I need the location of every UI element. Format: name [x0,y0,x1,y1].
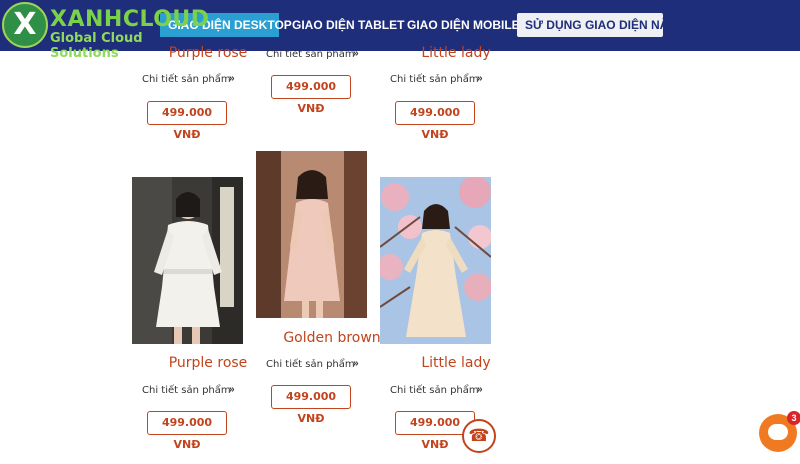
xanhcloud-logo[interactable]: X XANHCLOUD Global Cloud Solutions [2,2,212,61]
price-button[interactable]: 499.000 VNĐ [271,385,351,425]
phone-icon: ☎ [468,426,490,445]
product-detail-link[interactable]: Chi tiết sản phẩm [142,385,231,396]
price-button[interactable]: 499.000 VNĐ [147,411,227,451]
price-button[interactable]: 499.000 VNĐ [147,101,227,141]
tablet-view-button[interactable]: GIAO DIỆN TABLET [284,13,412,37]
price-button[interactable]: 499.000 VNĐ [271,75,351,115]
product-detail-link[interactable]: Chi tiết sản phẩm [266,359,355,370]
product-name[interactable]: Purple rose [128,45,288,61]
double-chevron-down-icon[interactable]: » [353,48,359,59]
product-detail-link[interactable]: Chi tiết sản phẩm [390,74,479,85]
product-name[interactable]: Purple rose [128,355,288,371]
chat-bubble-icon [768,424,788,440]
double-chevron-down-icon[interactable]: » [477,73,483,84]
product-photo[interactable] [132,177,243,344]
mobile-view-button[interactable]: GIAO DIỆN MOBILE [399,13,528,37]
product-name[interactable]: Little lady [376,355,536,371]
chat-unread-badge: 3 [787,411,800,425]
phone-call-button[interactable]: ☎ [462,419,496,453]
price-button[interactable]: 499.000 VNĐ [395,101,475,141]
double-chevron-down-icon[interactable]: » [477,384,483,395]
double-chevron-down-icon[interactable]: » [229,73,235,84]
product-name[interactable]: Little lady [376,45,536,61]
product-detail-link[interactable]: Chi tiết sản phẩm [390,385,479,396]
use-template-button[interactable]: SỬ DỤNG GIAO DIỆN NÀY [517,13,676,37]
double-chevron-down-icon[interactable]: » [229,384,235,395]
logo-mark-icon: X [2,2,48,48]
double-chevron-down-icon[interactable]: » [353,358,359,369]
product-detail-link[interactable]: Chi tiết sản phẩm [266,49,355,60]
product-photo[interactable] [380,177,491,344]
product-photo[interactable] [256,151,367,318]
product-detail-link[interactable]: Chi tiết sản phẩm [142,74,231,85]
logo-name: XANHCLOUD [50,7,210,32]
top-navigation-bar: GIAO DIỆN DESKTOP GIAO DIỆN TABLET GIAO … [0,0,800,61]
chat-widget-button[interactable]: 3 [759,411,800,452]
